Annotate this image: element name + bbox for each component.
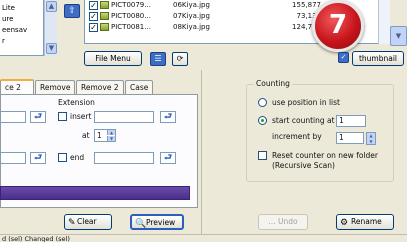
replace-text-input[interactable] [0,111,26,123]
arrow-left-icon: ⮐ [163,112,173,122]
list-item[interactable]: r [2,37,5,45]
folder-list-scrollbar[interactable]: ▲ ▼ [44,0,57,56]
file-name: PICT0080... [111,12,151,20]
brush-icon: ✎ [68,218,76,228]
start-counting-radio[interactable] [258,116,267,125]
arrow-left-icon: ⮐ [33,112,43,122]
magnifier-icon: 🔍 [135,219,147,229]
clear-button-label: Clear [77,217,97,226]
row-checkbox[interactable]: ✓ [89,23,98,32]
file-new-name: 08Kiya.jpg [173,23,210,31]
file-new-name: 06Kiya.jpg [173,1,210,9]
use-position-radio[interactable] [258,98,267,107]
end-source-input[interactable] [0,152,26,164]
preview-button[interactable]: 🔍 Preview [130,214,184,230]
step-number-badge: 7 [312,0,364,52]
status-bar: d (sel) Changed (sel) [0,234,407,242]
arrow-left-icon: ⮐ [33,153,43,163]
progress-bar [0,186,190,200]
arrow-up-icon: ⇧ [68,6,76,16]
go-up-button[interactable]: ⇧ [64,4,80,18]
row-checkbox[interactable]: ✓ [89,12,98,21]
arrow-left-icon: ⮐ [163,153,173,163]
file-name: PICT0081... [111,23,151,31]
rename-icon: ⚙ [340,218,349,228]
insert-checkbox[interactable] [58,112,67,121]
scroll-down-icon[interactable]: ▼ [390,26,407,46]
end-arrow-button[interactable]: ⮐ [30,152,46,164]
file-name: PICT0079... [111,1,151,9]
select-icon: ☰ [154,54,162,63]
at-position-stepper[interactable]: 1 ▲ ▼ [94,129,116,142]
list-item[interactable]: eensav [2,26,27,34]
insert-text-input[interactable] [94,111,154,123]
rename-button[interactable]: ⚙ Rename [336,214,394,230]
refresh-icon: ⟳ [176,54,184,63]
folder-list[interactable]: Lite ure eensav r [0,0,44,56]
increment-input[interactable]: 1 [336,132,364,144]
end-label: end [70,153,85,162]
counting-title: Counting [254,79,292,88]
refresh-button[interactable]: ⟳ [172,52,188,66]
end-text-arrow-button[interactable]: ⮐ [160,152,176,164]
rename-button-label: Rename [351,217,382,226]
tab-remove-2[interactable]: Remove 2 [76,80,124,94]
reset-counter-checkbox[interactable] [258,151,267,160]
tab-bar: ce 2 Remove Remove 2 Case [0,79,200,94]
at-label: at [82,131,90,140]
tab-case[interactable]: Case [125,80,153,94]
undo-button[interactable]: ... Undo [258,214,308,230]
extension-label: Extension [58,98,95,107]
insert-label: insert [70,112,92,121]
use-position-label: use position in list [272,98,340,107]
scroll-up-icon[interactable]: ▲ [46,1,57,12]
image-file-icon [100,23,109,31]
select-all-button[interactable]: ☰ [150,52,166,66]
at-position-value: 1 [97,131,102,140]
recursive-scan-label: (Recursive Scan) [272,161,335,170]
list-item[interactable]: ure [2,15,13,23]
file-list-scrollbar[interactable] [378,0,390,44]
start-counting-label: start counting at [272,116,335,125]
row-checkbox[interactable]: ✓ [89,1,98,10]
image-file-icon [100,1,109,9]
insert-text-arrow-button[interactable]: ⮐ [160,111,176,123]
thumbnail-toggle-checkbox[interactable]: ✓ [338,52,349,63]
end-text-input[interactable] [94,152,154,164]
image-file-icon [100,12,109,20]
scroll-down-icon[interactable]: ▼ [46,43,57,54]
tab-replace-2[interactable]: ce 2 [0,79,34,94]
file-menu-button[interactable]: File Menu [84,51,142,66]
increment-label: increment by [272,132,322,141]
increment-spinner[interactable]: ▲ ▼ [366,132,376,145]
file-new-name: 07Kiya.jpg [173,12,210,20]
clear-button[interactable]: ✎ Clear [64,214,112,230]
end-checkbox[interactable] [58,153,67,162]
reset-counter-label: Reset counter on new folder [272,151,378,160]
file-size: 155,877 [292,1,321,9]
spin-down-icon[interactable]: ▼ [107,136,115,141]
thumbnail-button[interactable]: thumbnail [352,51,404,66]
tab-remove[interactable]: Remove [35,80,75,94]
spin-up-icon[interactable]: ▲ [107,130,115,135]
list-item[interactable]: Lite [2,4,15,12]
insert-arrow-button[interactable]: ⮐ [30,111,46,123]
start-counting-input[interactable]: 1 [336,115,366,127]
preview-button-label: Preview [146,218,176,227]
